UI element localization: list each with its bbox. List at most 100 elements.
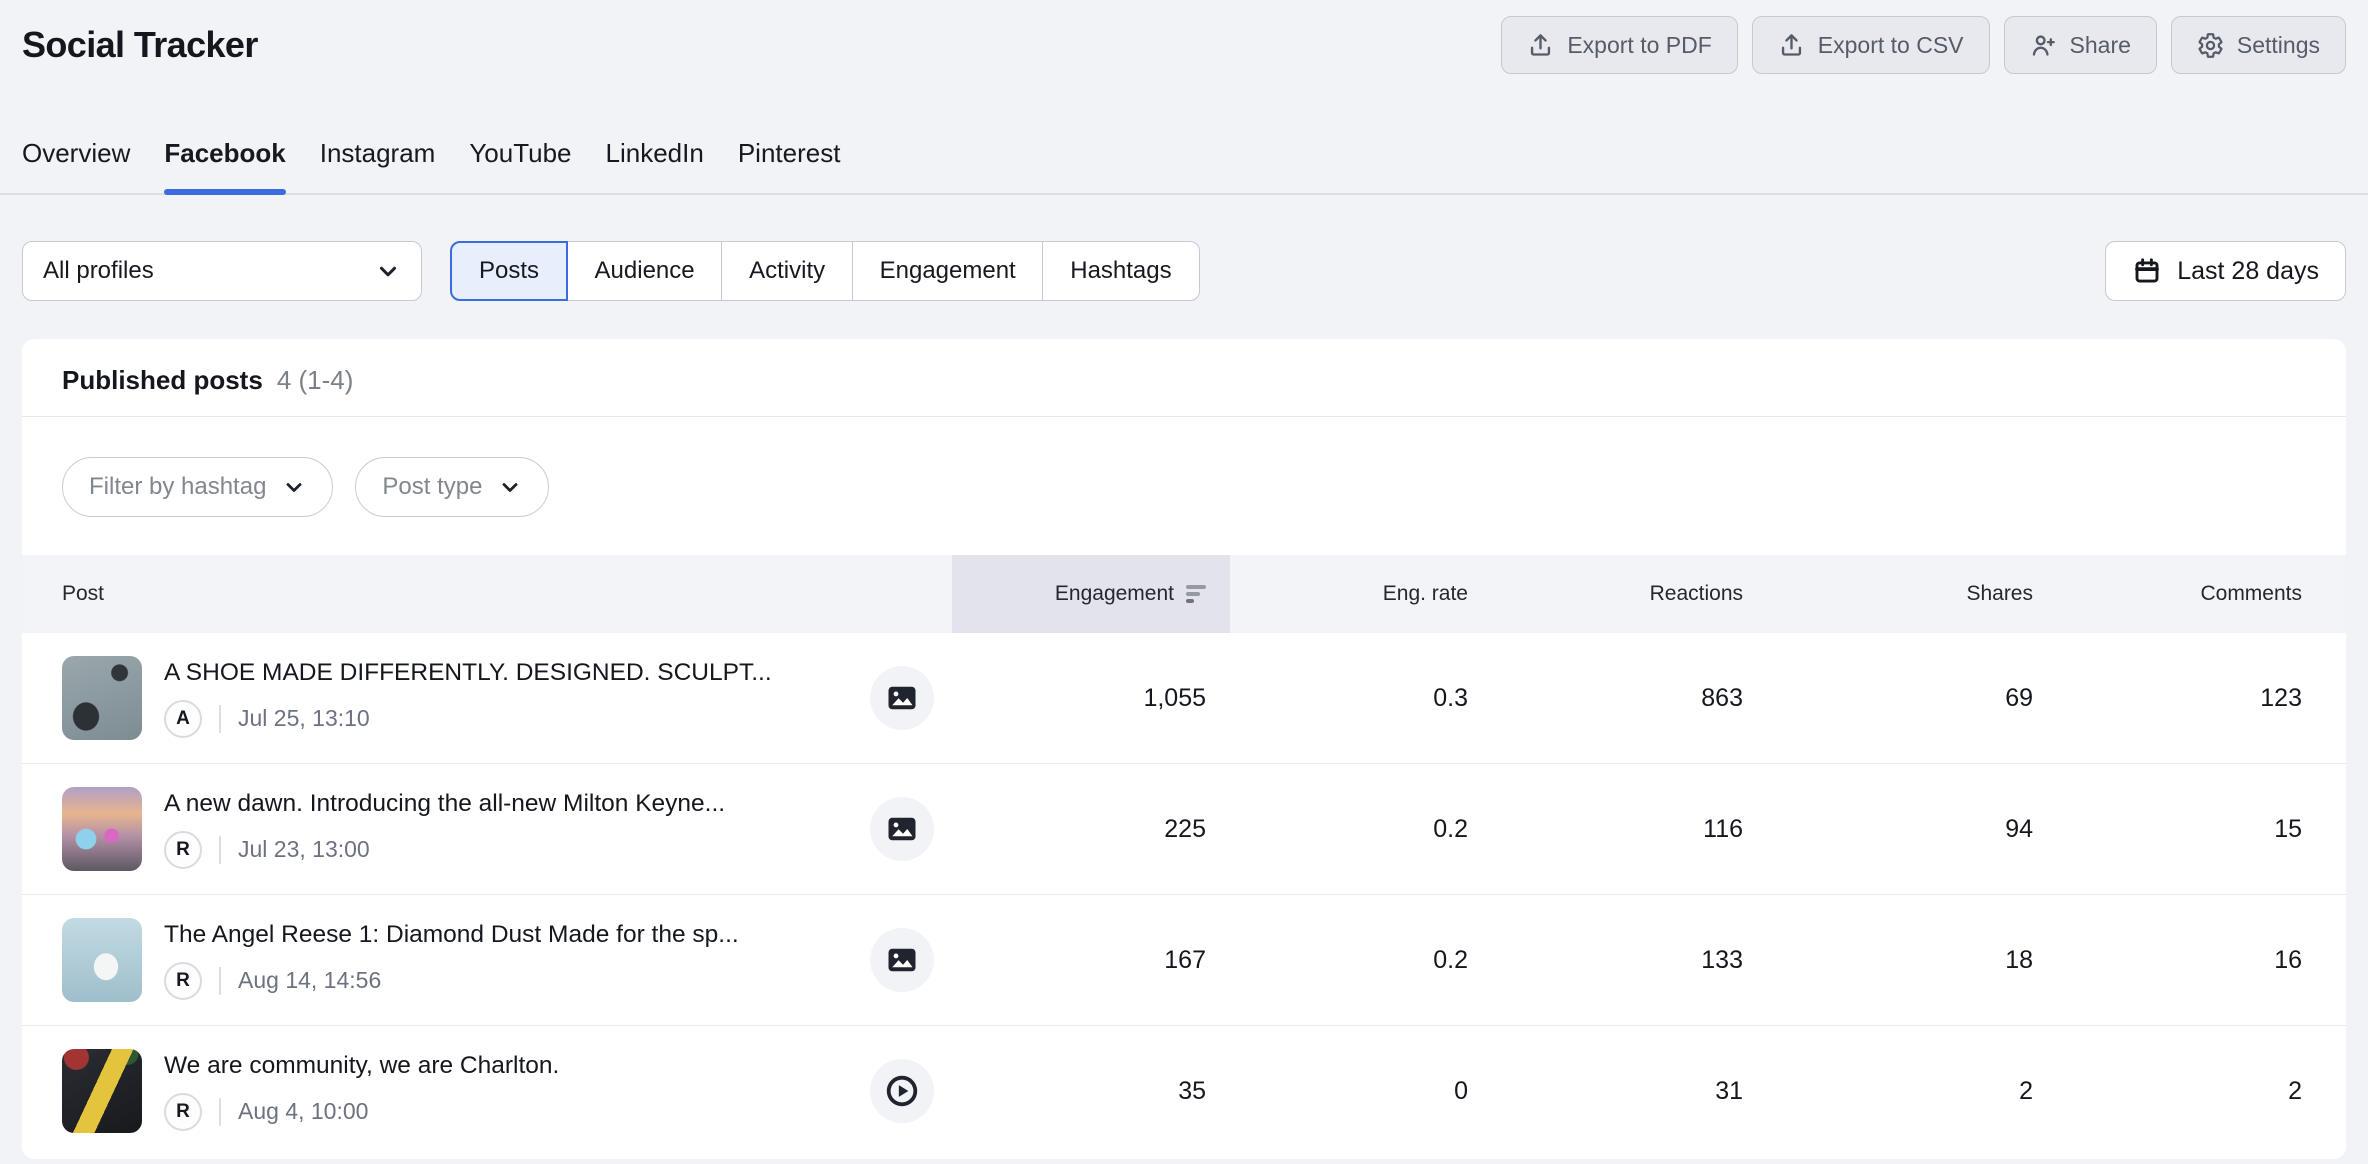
engagement-value: 1,055 <box>952 633 1230 763</box>
eng-rate-value: 0 <box>1230 1026 1492 1156</box>
chevron-down-icon <box>375 258 401 284</box>
export-csv-button[interactable]: Export to CSV <box>1752 16 1990 74</box>
comments-value: 15 <box>2057 764 2346 894</box>
post-thumbnail[interactable] <box>62 656 142 740</box>
post-meta: A Jul 25, 13:10 <box>164 700 772 738</box>
header-actions: Export to PDF Export to CSV Share Settin… <box>1501 16 2346 74</box>
filter-by-hashtag-label: Filter by hashtag <box>89 473 266 501</box>
channel-tabs: Overview Facebook Instagram YouTube Link… <box>0 74 2368 195</box>
view-audience[interactable]: Audience <box>567 241 723 301</box>
comments-value: 2 <box>2057 1026 2346 1156</box>
export-csv-label: Export to CSV <box>1818 32 1964 59</box>
column-header-engagement[interactable]: Engagement <box>952 555 1230 633</box>
post-date: Jul 23, 13:00 <box>238 836 370 863</box>
column-header-comments[interactable]: Comments <box>2057 555 2346 633</box>
panel-count: 4 (1-4) <box>277 365 354 396</box>
post-type-dropdown[interactable]: Post type <box>355 457 549 517</box>
share-label: Share <box>2070 32 2131 59</box>
reactions-value: 133 <box>1492 895 1767 1025</box>
filter-by-hashtag-dropdown[interactable]: Filter by hashtag <box>62 457 333 517</box>
gear-icon <box>2197 32 2224 59</box>
post-meta: R Aug 14, 14:56 <box>164 962 739 1000</box>
view-switcher: Posts Audience Activity Engagement Hasht… <box>450 241 1200 301</box>
export-pdf-button[interactable]: Export to PDF <box>1501 16 1737 74</box>
view-posts[interactable]: Posts <box>450 241 568 301</box>
engagement-value: 167 <box>952 895 1230 1025</box>
export-icon <box>1778 32 1805 59</box>
post-date: Aug 14, 14:56 <box>238 967 381 994</box>
eng-rate-value: 0.3 <box>1230 633 1492 763</box>
view-activity[interactable]: Activity <box>721 241 853 301</box>
profile-badge: R <box>164 962 202 1000</box>
post-type-label: Post type <box>382 473 482 501</box>
panel-title: Published posts <box>62 365 263 396</box>
separator <box>219 1098 221 1126</box>
eng-rate-value: 0.2 <box>1230 764 1492 894</box>
shares-value: 69 <box>1767 633 2057 763</box>
column-header-post[interactable]: Post <box>22 555 952 633</box>
view-engagement[interactable]: Engagement <box>852 241 1044 301</box>
table-row: The Angel Reese 1: Diamond Dust Made for… <box>22 894 2346 1025</box>
published-posts-panel: Published posts 4 (1-4) Filter by hashta… <box>22 339 2346 1159</box>
image-type-icon <box>870 797 934 861</box>
panel-header: Published posts 4 (1-4) <box>22 339 2346 417</box>
post-title[interactable]: A SHOE MADE DIFFERENTLY. DESIGNED. SCULP… <box>164 659 772 687</box>
sort-desc-icon <box>1186 585 1206 603</box>
post-text: A SHOE MADE DIFFERENTLY. DESIGNED. SCULP… <box>164 659 772 738</box>
date-range-button[interactable]: Last 28 days <box>2105 241 2346 301</box>
comments-value: 123 <box>2057 633 2346 763</box>
eng-rate-value: 0.2 <box>1230 895 1492 1025</box>
post-date: Aug 4, 10:00 <box>238 1098 368 1125</box>
post-cell: We are community, we are Charlton. R Aug… <box>22 1026 952 1156</box>
profile-badge: A <box>164 700 202 738</box>
settings-button[interactable]: Settings <box>2171 16 2346 74</box>
separator <box>219 836 221 864</box>
settings-label: Settings <box>2237 32 2320 59</box>
profile-select-value: All profiles <box>43 257 154 285</box>
post-meta: R Jul 23, 13:00 <box>164 831 725 869</box>
image-type-icon <box>870 666 934 730</box>
table-row: A SHOE MADE DIFFERENTLY. DESIGNED. SCULP… <box>22 633 2346 763</box>
post-date: Jul 25, 13:10 <box>238 705 370 732</box>
post-cell: A new dawn. Introducing the all-new Milt… <box>22 764 952 894</box>
calendar-icon <box>2132 256 2162 286</box>
view-hashtags[interactable]: Hashtags <box>1042 241 1199 301</box>
reactions-value: 116 <box>1492 764 1767 894</box>
post-thumbnail[interactable] <box>62 1049 142 1133</box>
profile-badge: R <box>164 831 202 869</box>
tab-linkedin[interactable]: LinkedIn <box>606 138 704 193</box>
post-text: A new dawn. Introducing the all-new Milt… <box>164 790 725 869</box>
reactions-value: 31 <box>1492 1026 1767 1156</box>
tab-overview[interactable]: Overview <box>22 138 130 193</box>
post-title[interactable]: A new dawn. Introducing the all-new Milt… <box>164 790 725 818</box>
profile-badge: R <box>164 1093 202 1131</box>
post-text: We are community, we are Charlton. R Aug… <box>164 1052 559 1131</box>
column-header-reactions[interactable]: Reactions <box>1492 555 1767 633</box>
share-person-plus-icon <box>2030 32 2057 59</box>
profile-select[interactable]: All profiles <box>22 241 422 301</box>
share-button[interactable]: Share <box>2004 16 2157 74</box>
post-title[interactable]: The Angel Reese 1: Diamond Dust Made for… <box>164 921 739 949</box>
separator <box>219 705 221 733</box>
chevron-down-icon <box>498 475 522 499</box>
tab-instagram[interactable]: Instagram <box>320 138 436 193</box>
separator <box>219 967 221 995</box>
post-thumbnail[interactable] <box>62 918 142 1002</box>
column-header-eng-rate[interactable]: Eng. rate <box>1230 555 1492 633</box>
engagement-value: 35 <box>952 1026 1230 1156</box>
post-title[interactable]: We are community, we are Charlton. <box>164 1052 559 1080</box>
page-title: Social Tracker <box>22 24 258 66</box>
tab-pinterest[interactable]: Pinterest <box>738 138 841 193</box>
controls-row: All profiles Posts Audience Activity Eng… <box>22 241 2346 301</box>
table-row: We are community, we are Charlton. R Aug… <box>22 1025 2346 1156</box>
image-type-icon <box>870 928 934 992</box>
table-row: A new dawn. Introducing the all-new Milt… <box>22 763 2346 894</box>
export-pdf-label: Export to PDF <box>1567 32 1711 59</box>
post-cell: The Angel Reese 1: Diamond Dust Made for… <box>22 895 952 1025</box>
column-header-shares[interactable]: Shares <box>1767 555 2057 633</box>
engagement-header-label: Engagement <box>1055 582 1174 606</box>
post-thumbnail[interactable] <box>62 787 142 871</box>
date-range-label: Last 28 days <box>2177 257 2319 286</box>
tab-facebook[interactable]: Facebook <box>164 138 285 193</box>
tab-youtube[interactable]: YouTube <box>469 138 571 193</box>
